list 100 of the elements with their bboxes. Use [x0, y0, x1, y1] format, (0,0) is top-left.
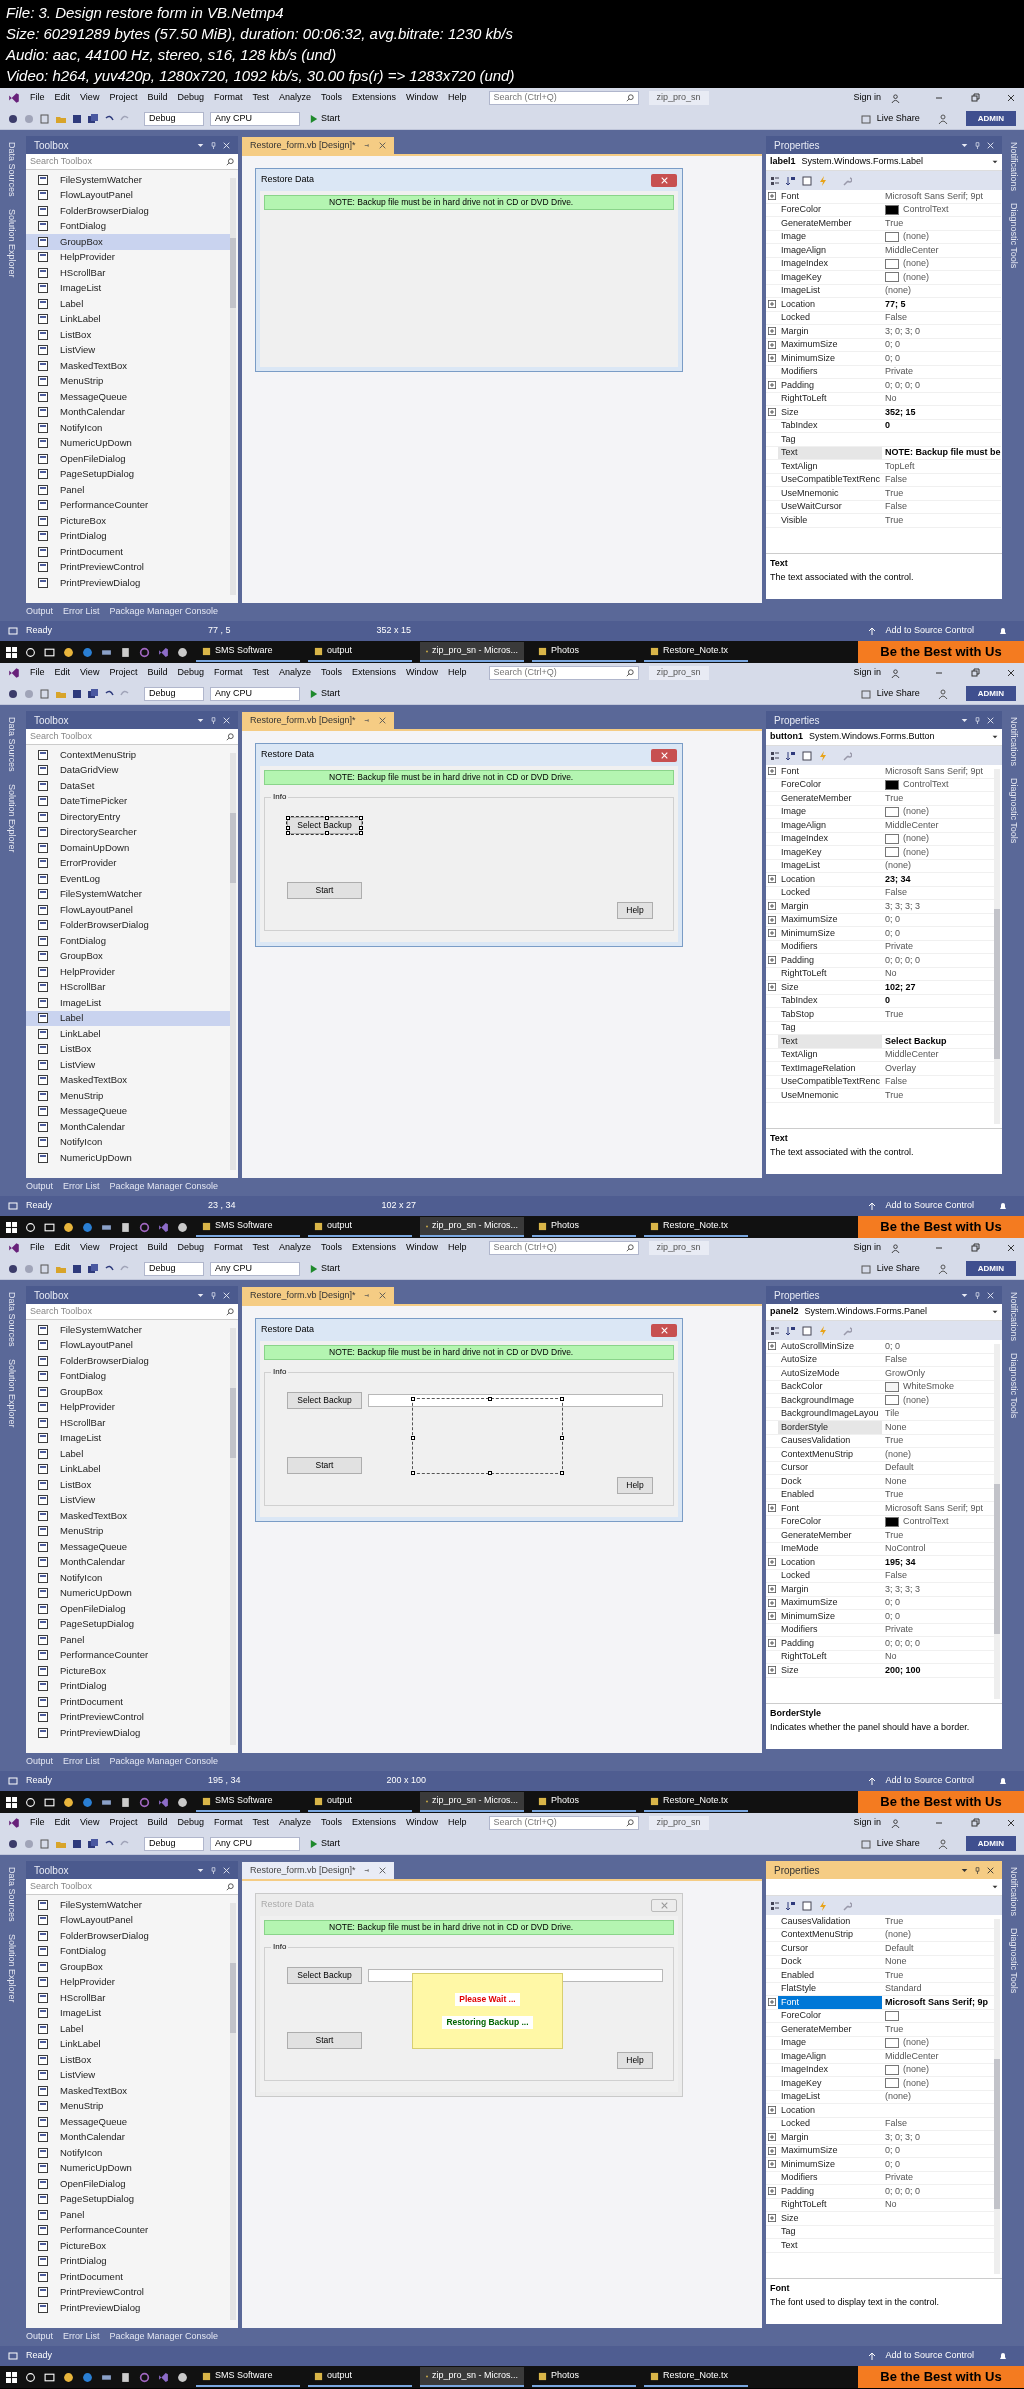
property-name[interactable]: Margin [778, 900, 882, 913]
search-icon[interactable] [25, 646, 36, 658]
property-name[interactable]: AutoSizeMode [778, 1367, 882, 1380]
dropdown-icon[interactable] [961, 716, 968, 724]
toolbox-item[interactable]: Label [26, 1010, 230, 1026]
categorized-icon[interactable] [770, 175, 780, 186]
toolbox-item[interactable]: FlowLayoutPanel [26, 1912, 230, 1928]
property-name[interactable]: MinimumSize [778, 2158, 882, 2171]
toolbox-item[interactable]: FlowLayoutPanel [26, 902, 230, 918]
toolbox-item[interactable]: HScrollBar [26, 1415, 230, 1431]
app-icon[interactable] [158, 1221, 169, 1233]
form-button[interactable]: Start [287, 2032, 362, 2049]
toolbox-item[interactable]: OpenFileDialog [26, 451, 230, 467]
toolbox-item[interactable]: ImageList [26, 2005, 230, 2021]
property-name[interactable]: Image [778, 2036, 882, 2049]
property-value[interactable]: MiddleCenter [885, 1048, 939, 1062]
sort-icon[interactable] [786, 1900, 796, 1911]
toolbox-item[interactable]: PictureBox [26, 2238, 230, 2254]
toolbox-item[interactable]: MenuStrip [26, 373, 230, 389]
menu-item[interactable]: Debug [177, 1241, 204, 1255]
menu-item[interactable]: Edit [54, 1816, 71, 1830]
property-value[interactable]: True [885, 1088, 904, 1102]
resize-handle[interactable] [411, 1397, 415, 1401]
app-icon[interactable] [139, 2371, 150, 2383]
toolbox-item[interactable]: PageSetupDialog [26, 2191, 230, 2207]
toolbox-item[interactable]: ListBox [26, 1041, 230, 1057]
property-name[interactable]: Font [778, 765, 882, 778]
toolbox-item[interactable]: NotifyIcon [26, 1570, 230, 1586]
bottom-tab[interactable]: Package Manager Console [109, 2330, 219, 2344]
properties-icon[interactable] [802, 175, 812, 186]
property-name[interactable]: RightToLeft [778, 967, 882, 980]
text-field[interactable] [368, 1394, 663, 1407]
expand-icon[interactable] [768, 956, 776, 965]
form-close-button[interactable] [651, 748, 677, 762]
restore-icon[interactable] [970, 668, 980, 678]
app-icon[interactable] [177, 2371, 188, 2383]
app-icon[interactable] [177, 646, 188, 658]
object-selector[interactable]: panel2 System.Windows.Forms.Panel [766, 1304, 1002, 1321]
property-name[interactable]: ForeColor [778, 203, 882, 216]
menu-item[interactable]: Help [448, 666, 467, 680]
property-value[interactable]: Standard [885, 1982, 922, 1996]
property-value[interactable]: False [885, 1353, 907, 1367]
toolbox-item[interactable]: FileSystemWatcher [26, 1897, 230, 1913]
taskbar-item[interactable]: zip_pro_sn - Micros... [420, 642, 524, 662]
property-value[interactable]: 0; 0 [885, 1596, 900, 1610]
close-icon[interactable] [1006, 1243, 1016, 1253]
toolbox-item[interactable]: DirectorySearcher [26, 824, 230, 840]
bottom-tab[interactable]: Error List [63, 2330, 100, 2344]
new-project-icon[interactable] [40, 1838, 50, 1849]
property-name[interactable]: Modifiers [778, 1623, 882, 1636]
calculator-icon[interactable] [120, 1796, 131, 1808]
toolbox-item[interactable]: MenuStrip [26, 1523, 230, 1539]
property-value[interactable]: ControlText [903, 203, 949, 217]
property-name[interactable]: BackgroundImage [778, 1394, 882, 1407]
bottom-tab[interactable]: Package Manager Console [109, 1755, 219, 1769]
property-value[interactable]: 23; 34 [885, 872, 911, 886]
property-name[interactable]: CausesValidation [778, 1434, 882, 1447]
property-name[interactable]: Dock [778, 1955, 882, 1968]
toolbox-item[interactable]: PerformanceCounter [26, 497, 230, 513]
toolbox-item[interactable]: FileSystemWatcher [26, 172, 230, 188]
menu-item[interactable]: Test [252, 1816, 269, 1830]
toolbox-item[interactable]: DataGridView [26, 762, 230, 778]
property-name[interactable]: ImageKey [778, 271, 882, 284]
menu-item[interactable]: Help [448, 1816, 467, 1830]
property-value[interactable]: Microsoft Sans Serif; 9pt [885, 189, 984, 203]
menu-item[interactable]: Extensions [352, 1241, 397, 1255]
side-tab[interactable]: Solution Explorer [4, 1358, 18, 1428]
expand-icon[interactable] [768, 1639, 776, 1648]
property-name[interactable]: MinimumSize [778, 927, 882, 940]
form-button[interactable]: Help [617, 2052, 653, 2069]
menu-item[interactable]: Debug [177, 91, 204, 105]
menu-item[interactable]: Analyze [279, 91, 311, 105]
property-name[interactable]: ImageList [778, 2090, 882, 2103]
taskbar-item[interactable]: Photos [532, 2367, 636, 2387]
scrollbar[interactable] [230, 1328, 236, 1745]
dropdown-icon[interactable] [961, 1291, 968, 1299]
toolbox-item[interactable]: FolderBrowserDialog [26, 203, 230, 219]
side-tab[interactable]: Solution Explorer [4, 783, 18, 853]
toolbox-item[interactable]: NumericUpDown [26, 435, 230, 451]
start-button[interactable]: Start [306, 1836, 344, 1851]
toolbox-item[interactable]: NotifyIcon [26, 2145, 230, 2161]
property-value[interactable]: 0; 0 [885, 926, 900, 940]
menu-item[interactable]: Project [109, 91, 138, 105]
toolbox-item[interactable]: PrintPreviewDialog [26, 1725, 230, 1741]
property-value[interactable]: True [885, 791, 904, 805]
property-value[interactable]: 3; 0; 3; 0 [885, 324, 921, 338]
toolbox-item[interactable]: ImageList [26, 280, 230, 296]
property-name[interactable]: ImageKey [778, 846, 882, 859]
sort-icon[interactable] [786, 175, 796, 186]
dropdown-icon[interactable] [197, 1291, 204, 1299]
toolbox-item[interactable]: HScrollBar [26, 979, 230, 995]
dropdown-icon[interactable] [961, 1866, 968, 1874]
platform-dropdown[interactable]: Any CPU [210, 1261, 300, 1276]
property-name[interactable]: Image [778, 805, 882, 818]
property-name[interactable]: MaximumSize [778, 913, 882, 926]
properties-icon[interactable] [802, 1325, 812, 1336]
menu-item[interactable]: Window [406, 666, 439, 680]
toolbox-item[interactable]: ErrorProvider [26, 855, 230, 871]
property-value[interactable]: False [885, 1569, 907, 1583]
property-name[interactable]: ForeColor [778, 2009, 882, 2022]
